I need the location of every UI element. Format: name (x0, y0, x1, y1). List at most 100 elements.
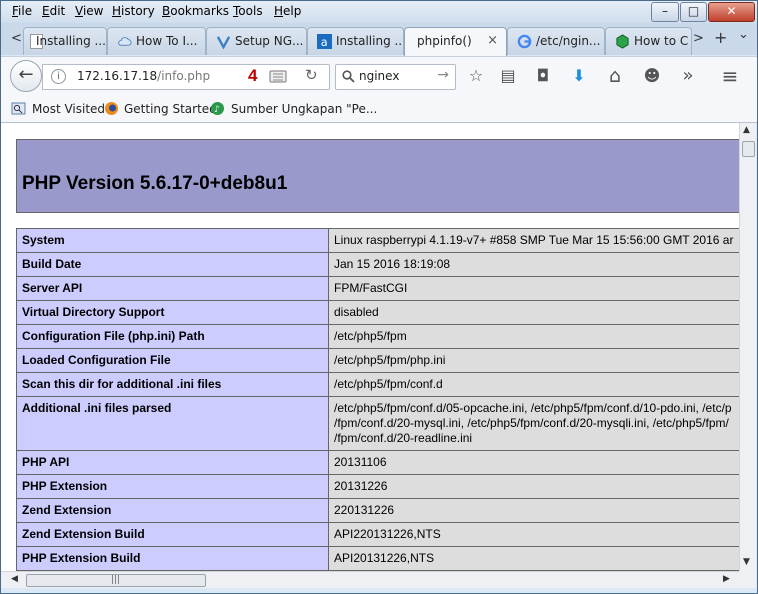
scroll-up-icon[interactable]: ▲ (743, 125, 750, 135)
scrollbar-corner (739, 571, 756, 588)
tab-installing-1[interactable]: Installing ... (23, 27, 107, 55)
table-row: Additional .ini files parsed/etc/php5/fp… (16, 396, 739, 451)
bookmark-most-visited[interactable]: Most Visited (32, 102, 105, 116)
table-row: Zend Extension Build API220131226,NTS (16, 522, 739, 547)
row-key: Scan this dir for additional .ini files (16, 372, 329, 397)
tab-label: Setup NG... (235, 34, 304, 48)
row-key: Build Date (16, 252, 329, 277)
row-key: Zend Extension (16, 498, 329, 523)
tab-phpinfo[interactable]: phpinfo() × (404, 27, 507, 56)
tabs-scroll-left-button[interactable]: < (11, 31, 22, 46)
row-key: Loaded Configuration File (16, 348, 329, 373)
search-go-icon[interactable]: → (437, 67, 449, 83)
table-row: Zend Extension 220131226 (16, 498, 739, 523)
tab-strip: < Installing ... How To I... Setup NG...… (1, 23, 757, 56)
svg-text:a: a (321, 36, 328, 49)
table-row: Configuration File (php.ini) Path/etc/ph… (16, 324, 739, 349)
row-value: /etc/php5/fpm (328, 324, 739, 349)
row-key: PHP Extension Build (16, 546, 329, 571)
row-value: API220131226,NTS (328, 522, 739, 547)
table-row: Scan this dir for additional .ini files /… (16, 372, 739, 397)
most-visited-icon (11, 102, 26, 115)
bookmarks-toolbar: Most Visited Getting Started ♪ Sumber Un… (1, 96, 757, 123)
close-button[interactable]: ✕ (708, 2, 755, 22)
home-icon[interactable]: ⌂ (605, 66, 625, 86)
row-value: 20131226 (328, 474, 739, 499)
search-bar[interactable]: nginex → (335, 64, 456, 90)
menu-history[interactable]: History (112, 4, 155, 18)
menu-help[interactable]: Help (274, 4, 301, 18)
table-row: Virtual Directory Support disabled (16, 300, 739, 325)
tab-label: How to C (634, 34, 689, 48)
menu-view[interactable]: View (75, 4, 103, 18)
cube-icon (616, 34, 629, 49)
list-all-tabs-button[interactable]: ⌄ (738, 27, 749, 42)
table-row: Server API FPM/FastCGI (16, 276, 739, 301)
svg-text:♪: ♪ (214, 105, 220, 115)
menu-file[interactable]: File (12, 4, 32, 18)
downloads-icon[interactable]: ⬇ (569, 66, 589, 86)
horizontal-scrollbar[interactable]: ◀ ||| ▶ (1, 571, 739, 588)
vertical-scroll-thumb[interactable] (742, 141, 755, 157)
scroll-left-icon[interactable]: ◀ (11, 574, 18, 584)
scroll-down-icon[interactable]: ▼ (743, 557, 750, 567)
new-tab-button[interactable]: + (714, 28, 727, 47)
search-icon (342, 70, 355, 83)
music-icon: ♪ (211, 102, 224, 115)
vertical-scrollbar[interactable]: ▲ ▼ (739, 123, 756, 571)
row-key: Configuration File (php.ini) Path (16, 324, 329, 349)
table-row: PHP API 20131106 (16, 450, 739, 475)
reload-icon[interactable]: ↻ (305, 66, 318, 84)
menu-bar: File Edit View History Bookmarks Tools H… (1, 1, 757, 23)
tab-how-to-install[interactable]: How To I... (107, 27, 206, 55)
row-key: PHP API (16, 450, 329, 475)
row-value: /etc/php5/fpm/php.ini (328, 348, 739, 373)
minimize-button[interactable]: – (651, 2, 679, 22)
tab-setup-nginx[interactable]: Setup NG... (206, 27, 307, 55)
table-row: PHP Extension 20131226 (16, 474, 739, 499)
bookmarks-library-icon[interactable]: ▤ (498, 66, 518, 86)
row-value: /etc/php5/fpm/conf.d/05-opcache.ini, /et… (328, 396, 739, 451)
navigation-bar: ← i 172.16.17.18/info.php 4 ↻ nginex → ☆… (1, 56, 757, 96)
row-key: Virtual Directory Support (16, 300, 329, 325)
url-bar[interactable]: i 172.16.17.18/info.php 4 ↻ (42, 64, 330, 90)
browser-window: File Edit View History Bookmarks Tools H… (0, 0, 758, 594)
reader-view-icon[interactable] (269, 70, 287, 83)
page-title: PHP Version 5.6.17-0+deb8u1 (22, 173, 288, 194)
back-button[interactable]: ← (10, 60, 42, 92)
cloud-icon (118, 37, 132, 46)
row-key: Server API (16, 276, 329, 301)
scroll-right-icon[interactable]: ▶ (723, 574, 730, 584)
tab-label: How To I... (136, 34, 198, 48)
tab-etc-nginx[interactable]: /etc/ngin... (507, 27, 605, 55)
table-row: Loaded Configuration File/etc/php5/fpm/p… (16, 348, 739, 373)
row-value: /etc/php5/fpm/conf.d (328, 372, 739, 397)
tab-close-icon[interactable]: × (487, 28, 498, 54)
menu-edit[interactable]: Edit (42, 4, 65, 18)
menu-icon[interactable]: ≡ (720, 66, 740, 86)
tabs-scroll-right-button[interactable]: > (693, 31, 704, 46)
bookmark-getting-started[interactable]: Getting Started (124, 102, 217, 116)
a-logo-icon: a (317, 34, 332, 49)
site-info-icon[interactable]: i (51, 69, 66, 84)
overflow-icon[interactable]: » (678, 66, 698, 86)
row-value: disabled (328, 300, 739, 325)
maximize-button[interactable]: □ (680, 2, 707, 22)
url-text[interactable]: 172.16.17.18/info.php (77, 69, 210, 83)
tab-label: phpinfo() (417, 34, 472, 48)
row-value: 20131106 (328, 450, 739, 475)
search-input[interactable]: nginex (359, 69, 399, 83)
scroll-grip-icon: ||| (111, 575, 121, 585)
google-icon (517, 34, 532, 49)
tab-how-to-c[interactable]: How to C (605, 27, 692, 55)
hello-icon[interactable]: ☻ (642, 66, 662, 86)
menu-tools[interactable]: Tools (233, 4, 263, 18)
menu-bookmarks[interactable]: Bookmarks (162, 4, 229, 18)
table-row: PHP Extension Build API20131226,NTS (16, 546, 739, 571)
bookmark-star-icon[interactable]: ☆ (466, 66, 486, 86)
tab-installing-2[interactable]: a Installing ... (307, 27, 404, 55)
bookmark-sumber-ungkapan[interactable]: Sumber Ungkapan "Pe... (231, 102, 377, 116)
tab-label: Installing ... (336, 34, 404, 48)
pocket-icon[interactable]: ◘ (533, 66, 553, 86)
tab-label: /etc/ngin... (536, 34, 601, 48)
